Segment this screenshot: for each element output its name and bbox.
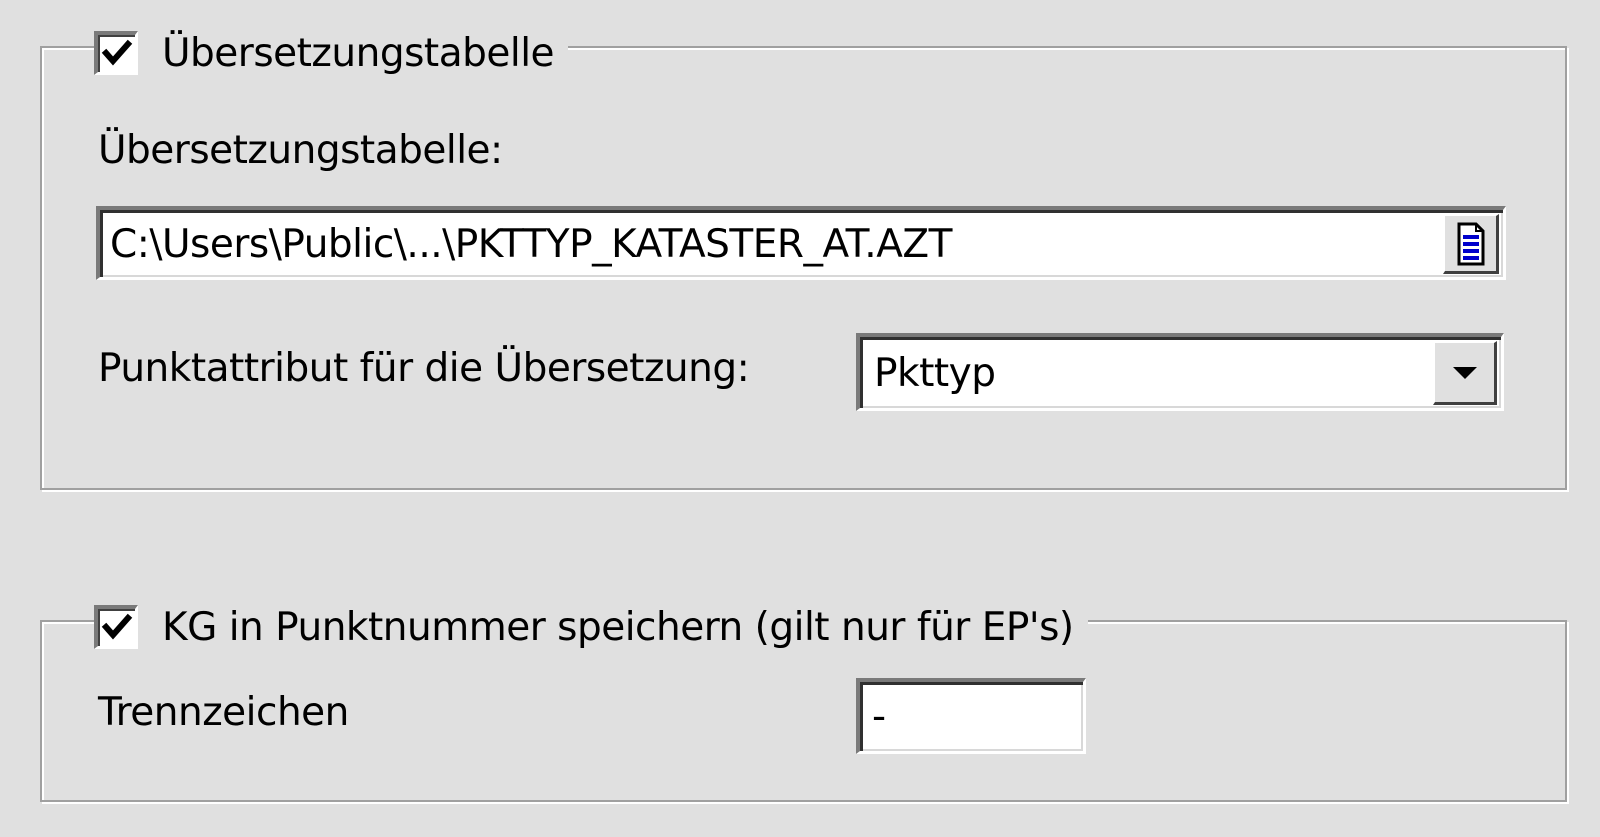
separator-value: - bbox=[872, 694, 887, 739]
translation-table-checkbox[interactable] bbox=[94, 31, 138, 75]
separator-input[interactable]: - bbox=[856, 678, 1086, 754]
translation-table-path-field[interactable]: C:\Users\Public\...\PKTTYP_KATASTER_AT.A… bbox=[96, 206, 1506, 280]
checkmark-icon bbox=[101, 613, 133, 640]
kg-point-number-checkbox[interactable] bbox=[94, 605, 138, 649]
translation-table-label: Übersetzungstabelle: bbox=[98, 128, 503, 173]
point-attribute-select[interactable]: Pkttyp bbox=[856, 333, 1504, 411]
kg-point-number-legend: KG in Punktnummer speichern (gilt nur fü… bbox=[94, 597, 1088, 657]
document-icon bbox=[1457, 222, 1484, 265]
translation-table-legend: Übersetzungstabelle bbox=[94, 23, 569, 83]
point-attribute-selected-value: Pkttyp bbox=[874, 351, 996, 396]
checkmark-icon bbox=[101, 39, 133, 66]
browse-file-button[interactable] bbox=[1443, 214, 1499, 274]
separator-label: Trennzeichen bbox=[98, 690, 349, 735]
chevron-down-icon bbox=[1452, 366, 1477, 379]
point-attribute-label: Punktattribut für die Übersetzung: bbox=[98, 346, 750, 391]
dropdown-button[interactable] bbox=[1433, 341, 1497, 405]
translation-table-path-value: C:\Users\Public\...\PKTTYP_KATASTER_AT.A… bbox=[110, 222, 952, 267]
kg-point-number-title: KG in Punktnummer speichern (gilt nur fü… bbox=[162, 604, 1074, 650]
translation-table-title: Übersetzungstabelle bbox=[162, 30, 555, 76]
